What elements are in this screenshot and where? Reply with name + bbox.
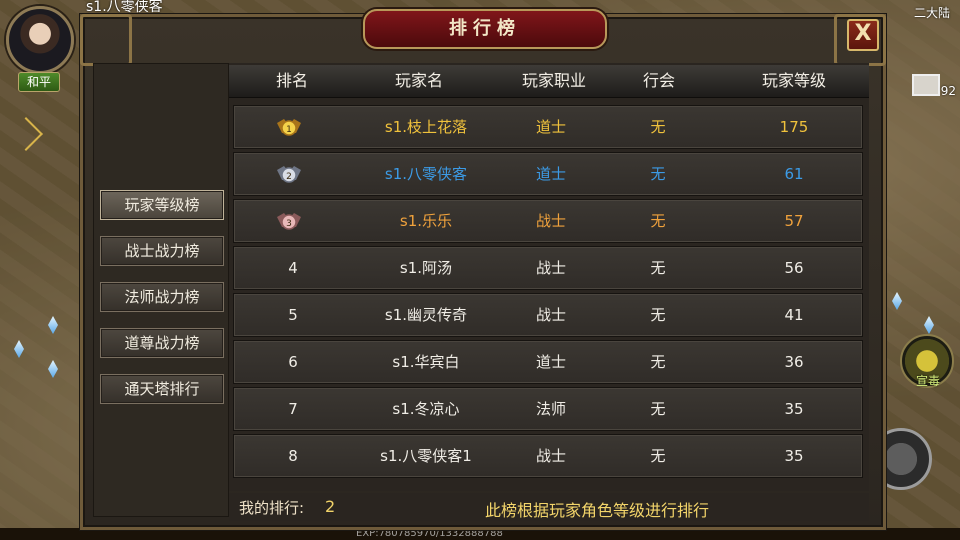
close-button[interactable]: X [847, 19, 879, 51]
table-row[interactable]: 3 s1.乐乐 战士 无 57 [233, 199, 863, 243]
table-row[interactable]: 8 s1.八零侠客1 战士 无 35 [233, 434, 863, 478]
cell-rank: 7 [288, 400, 298, 418]
tab-taoist-power[interactable]: 道尊战力榜 [100, 328, 224, 358]
cell-class: 战士 [535, 306, 566, 324]
cell-guild: 无 [650, 165, 666, 183]
table-row[interactable]: 5 s1.幽灵传奇 战士 无 41 [233, 293, 863, 337]
cell-guild: 无 [650, 447, 666, 465]
svg-text:3: 3 [286, 219, 292, 229]
cell-name: s1.乐乐 [399, 212, 453, 230]
table-header: 排名 玩家名 玩家职业 行会 玩家等级 [229, 65, 869, 98]
cell-rank: 4 [288, 259, 298, 277]
cell-class: 道士 [535, 353, 566, 371]
cell-rank: 6 [288, 353, 298, 371]
cell-class: 道士 [535, 165, 566, 183]
svg-text:2: 2 [286, 172, 292, 182]
cell-name: s1.华宾白 [392, 353, 460, 371]
peace-mode-badge[interactable]: 和平 [18, 72, 60, 92]
cell-guild: 无 [650, 353, 666, 371]
mail-count: 92 [940, 84, 956, 98]
ranking-note: 此榜根据玩家角色等级进行排行 [485, 501, 710, 520]
cell-level: 175 [779, 118, 809, 136]
cell-guild: 无 [650, 118, 666, 136]
header-class: 玩家职业 [521, 71, 586, 90]
cell-name: s1.八零侠客 [384, 165, 468, 183]
my-rank-value: 2 [325, 497, 336, 516]
cell-guild: 无 [650, 306, 666, 324]
header-rank: 排名 [275, 71, 308, 90]
silver-medal-icon: 2 [276, 162, 302, 186]
tab-mage-power[interactable]: 法师战力榜 [100, 282, 224, 312]
cell-level: 35 [784, 447, 804, 465]
ranking-table: 排名 玩家名 玩家职业 行会 玩家等级 1 s1.枝上花落 道士无 175 2 s1.八零… [229, 63, 869, 491]
avatar[interactable] [6, 6, 74, 74]
cell-level: 36 [784, 353, 804, 371]
cell-level: 56 [784, 259, 804, 277]
cell-guild: 无 [650, 212, 666, 230]
continent-label: 二大陆 [913, 6, 950, 20]
table-row[interactable]: 6 s1.华宾白 道士 无 36 [233, 340, 863, 384]
panel-title: 排行榜 [363, 9, 607, 49]
header-name: 玩家名 [394, 71, 443, 90]
table-row[interactable]: 1 s1.枝上花落 道士 无 175 [233, 105, 863, 149]
tab-tower-ranking[interactable]: 通天塔排行 [100, 374, 224, 404]
cell-level: 61 [784, 165, 804, 183]
tab-player-level[interactable]: 玩家等级榜 [100, 190, 224, 220]
cell-name: s1.阿汤 [399, 259, 453, 277]
cell-rank: 5 [288, 306, 298, 324]
cell-level: 35 [784, 400, 804, 418]
ranking-footer: 我的排行: 2 此榜根据玩家角色等级进行排行 [229, 493, 869, 521]
ranking-category-sidebar: 玩家等级榜 战士战力榜 法师战力榜 道尊战力榜 通天塔排行 [93, 63, 229, 517]
skill-label: 宣毒 [915, 374, 940, 388]
player-avatar-panel[interactable]: 和平 [4, 6, 74, 92]
table-rows[interactable]: 1 s1.枝上花落 道士无 175 2 s1.八零侠客 道士无 61 3 s1.乐乐 战士无 57 4 s… [233, 97, 865, 489]
cell-guild: 无 [650, 400, 666, 418]
cell-rank: 8 [288, 447, 298, 465]
cell-level: 41 [784, 306, 804, 324]
cell-name: s1.冬凉心 [392, 400, 460, 418]
corner-ornament [80, 14, 132, 66]
table-row[interactable]: 4 s1.阿汤 战士 无 56 [233, 246, 863, 290]
my-rank-label: 我的排行: [239, 499, 305, 517]
cell-name: s1.枝上花落 [384, 118, 468, 136]
table-row[interactable]: 2 s1.八零侠客 道士 无 61 [233, 152, 863, 196]
cell-guild: 无 [650, 259, 666, 277]
cell-name: s1.幽灵传奇 [384, 306, 468, 324]
ranking-panel: 排行榜 X 玩家等级榜 战士战力榜 法师战力榜 道尊战力榜 通天塔排行 排名 玩… [80, 9, 886, 530]
tab-warrior-power[interactable]: 战士战力榜 [100, 236, 224, 266]
cell-class: 战士 [535, 212, 566, 230]
mail-icon[interactable] [912, 74, 940, 96]
table-row[interactable]: 7 s1.冬凉心 法师 无 35 [233, 387, 863, 431]
cell-class: 战士 [535, 447, 566, 465]
bronze-medal-icon: 3 [276, 209, 302, 233]
cell-level: 57 [784, 212, 804, 230]
svg-text:1: 1 [286, 125, 292, 135]
cell-name: s1.八零侠客1 [380, 447, 472, 465]
cell-class: 战士 [535, 259, 566, 277]
header-level: 玩家等级 [761, 71, 826, 90]
header-guild: 行会 [642, 71, 675, 90]
gold-medal-icon: 1 [276, 115, 302, 139]
cell-class: 道士 [535, 118, 566, 136]
cell-class: 法师 [535, 400, 566, 418]
